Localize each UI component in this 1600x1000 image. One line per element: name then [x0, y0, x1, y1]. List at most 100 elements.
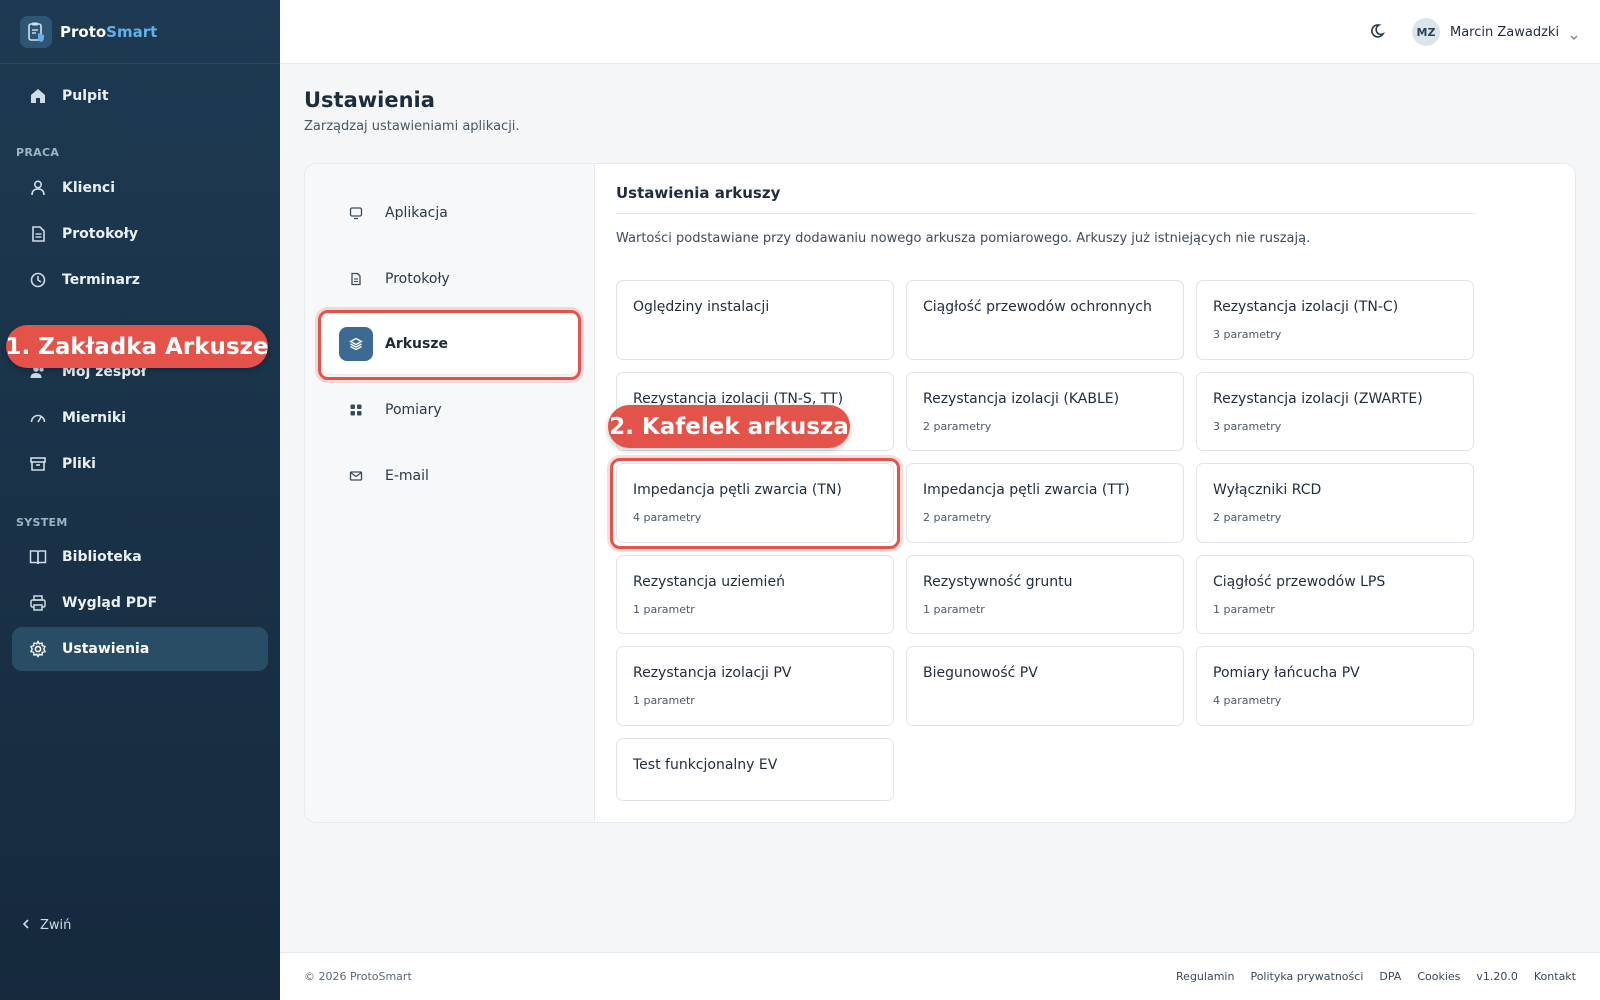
sheet-tile-title: Biegunowość PV: [923, 665, 1038, 681]
sidebar-item-clients[interactable]: Klienci: [12, 166, 268, 210]
sheet-tile[interactable]: Rezystancja izolacji (KABLE) 2 parametry: [906, 372, 1184, 451]
gear-icon: [28, 639, 48, 659]
sheet-tile[interactable]: Ciągłość przewodów ochronnych: [906, 280, 1184, 360]
chevron-down-icon: [1569, 27, 1579, 40]
collapse-button[interactable]: Zwiń: [22, 918, 71, 933]
settings-tab-application[interactable]: Aplikacja: [321, 183, 579, 243]
sheet-tile-parameter-count: 1 parametr: [923, 603, 985, 616]
sheet-tile-parameter-count: 3 parametry: [1213, 420, 1282, 433]
mail-icon: [339, 459, 373, 493]
sheet-tile-parameter-count: 2 parametry: [1213, 511, 1282, 524]
user-menu[interactable]: MZ Marcin Zawadzki: [1412, 18, 1579, 46]
monitor-icon: [339, 196, 373, 230]
user-name: Marcin Zawadzki: [1450, 24, 1560, 40]
sheet-tile[interactable]: Impedancja pętli zwarcia (TN) 4 parametry: [616, 463, 894, 543]
sheet-tile-parameter-count: 1 parametr: [633, 603, 695, 616]
grid-icon: [339, 393, 373, 427]
settings-nav: Aplikacja Protokoły Arkusze Pomiary E-ma…: [305, 164, 595, 822]
footer-link-dpa[interactable]: DPA: [1379, 970, 1401, 983]
sheet-tile[interactable]: Oględziny instalacji: [616, 280, 894, 360]
annotation-callout-2: 2. Kafelek arkusza: [608, 405, 850, 448]
brand-name: ProtoSmart: [60, 22, 158, 41]
sidebar-item-label: Biblioteka: [62, 549, 142, 565]
user-icon: [28, 178, 48, 198]
sheet-tile-parameter-count: 2 parametry: [923, 420, 992, 433]
settings-tab-label: Arkusze: [385, 336, 448, 352]
annotation-callout-1: 1. Zakładka Arkusze: [5, 325, 269, 368]
sheet-tile[interactable]: Rezystancja uziemień 1 parametr: [616, 555, 894, 634]
sidebar-item-pdf-look[interactable]: Wygląd PDF: [12, 581, 268, 625]
sheet-tile[interactable]: Rezystywność gruntu 1 parametr: [906, 555, 1184, 634]
sheet-tile-title: Rezystancja izolacji (KABLE): [923, 391, 1120, 407]
sidebar-item-files[interactable]: Pliki: [12, 442, 268, 486]
document-icon: [28, 224, 48, 244]
sidebar-item-library[interactable]: Biblioteka: [12, 535, 268, 579]
settings-tab-label: Aplikacja: [385, 205, 448, 221]
sidebar-item-label: Ustawienia: [62, 641, 150, 657]
sheet-tile[interactable]: Test funkcjonalny EV: [616, 738, 894, 801]
divider: [616, 213, 1476, 214]
sidebar-item-protocols[interactable]: Protokoły: [12, 212, 268, 256]
sheet-tile-title: Rezystancja izolacji PV: [633, 665, 792, 681]
clock-icon: [28, 270, 48, 290]
sheet-tile-title: Test funkcjonalny EV: [633, 757, 778, 773]
sidebar-item-label: Wygląd PDF: [62, 595, 158, 611]
gauge-icon: [28, 408, 48, 428]
moon-icon: [1368, 24, 1386, 44]
avatar: MZ: [1412, 18, 1440, 46]
topbar: [280, 0, 1600, 64]
sheet-tile-title: Impedancja pętli zwarcia (TN): [633, 482, 842, 498]
sidebar-item-dashboard[interactable]: Pulpit: [12, 74, 268, 118]
sheet-tile-title: Rezystancja izolacji (ZWARTE): [1213, 391, 1423, 407]
sheet-tile[interactable]: Impedancja pętli zwarcia (TT) 2 parametry: [906, 463, 1184, 543]
sheet-tile-parameter-count: 4 parametry: [1213, 694, 1282, 707]
nav-section-system: SYSTEM: [16, 516, 68, 529]
footer-link-terms[interactable]: Regulamin: [1176, 970, 1234, 983]
sidebar-item-label: Mierniki: [62, 410, 127, 426]
settings-tab-email[interactable]: E-mail: [321, 446, 579, 506]
sheet-tile[interactable]: Rezystancja izolacji (TN-C) 3 parametry: [1196, 280, 1474, 360]
chevron-left-icon: [22, 918, 30, 933]
sheet-tile[interactable]: Rezystancja izolacji PV 1 parametr: [616, 646, 894, 726]
sidebar-item-schedule[interactable]: Terminarz: [12, 258, 268, 302]
sidebar-item-label: Pliki: [62, 456, 96, 472]
sheet-tile[interactable]: Ciągłość przewodów LPS 1 parametr: [1196, 555, 1474, 634]
sheet-tile[interactable]: Pomiary łańcucha PV 4 parametry: [1196, 646, 1474, 726]
theme-toggle-button[interactable]: [1368, 22, 1388, 42]
settings-tab-sheets[interactable]: Arkusze: [321, 314, 579, 374]
archive-icon: [28, 454, 48, 474]
footer-link-privacy[interactable]: Polityka prywatności: [1250, 970, 1363, 983]
page-subtitle: Zarządzaj ustawieniami aplikacji.: [304, 119, 520, 134]
printer-icon: [28, 593, 48, 613]
logo-icon: [20, 15, 52, 48]
sidebar-item-label: Protokoły: [62, 226, 138, 242]
copyright: © 2026 ProtoSmart: [304, 970, 412, 983]
sheet-tile-title: Ciągłość przewodów ochronnych: [923, 299, 1152, 315]
footer-link-cookies[interactable]: Cookies: [1417, 970, 1460, 983]
settings-tab-measurements[interactable]: Pomiary: [321, 380, 579, 440]
footer-links: Regulamin Polityka prywatności DPA Cooki…: [1176, 970, 1576, 983]
sheet-tile-parameter-count: 2 parametry: [923, 511, 992, 524]
page-title: Ustawienia: [304, 88, 435, 112]
sidebar-item-label: Pulpit: [62, 88, 109, 104]
sidebar-item-settings[interactable]: Ustawienia: [12, 627, 268, 671]
sheet-tile[interactable]: Wyłączniki RCD 2 parametry: [1196, 463, 1474, 543]
settings-tab-protocols[interactable]: Protokoły: [321, 249, 579, 309]
sidebar-item-label: Terminarz: [62, 272, 140, 288]
sheet-tile-parameter-count: 1 parametr: [1213, 603, 1275, 616]
footer: © 2026 ProtoSmart Regulamin Polityka pry…: [280, 952, 1600, 1000]
sheet-tile-title: Ciągłość przewodów LPS: [1213, 574, 1386, 590]
sidebar: ProtoSmart Pulpit PRACA Klienci Protokoł…: [0, 0, 280, 1000]
footer-link-contact[interactable]: Kontakt: [1534, 970, 1576, 983]
sheet-tile-title: Rezystancja izolacji (TN-C): [1213, 299, 1399, 315]
sheet-tile[interactable]: Biegunowość PV: [906, 646, 1184, 726]
sheet-tile-title: Wyłączniki RCD: [1213, 482, 1322, 498]
sheet-tile-title: Pomiary łańcucha PV: [1213, 665, 1360, 681]
settings-card: Aplikacja Protokoły Arkusze Pomiary E-ma…: [304, 163, 1576, 823]
sheet-tile[interactable]: Rezystancja izolacji (ZWARTE) 3 parametry: [1196, 372, 1474, 451]
sheet-tile-parameter-count: 1 parametr: [633, 694, 695, 707]
home-icon: [28, 86, 48, 106]
brand[interactable]: ProtoSmart: [0, 0, 280, 64]
document-icon: [339, 262, 373, 296]
sidebar-item-meters[interactable]: Mierniki: [12, 396, 268, 440]
